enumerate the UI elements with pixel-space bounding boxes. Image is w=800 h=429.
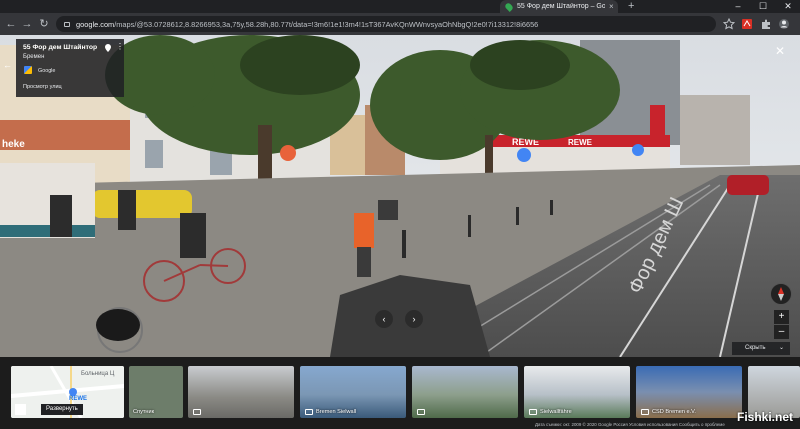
move-right-arrow-icon[interactable]: › [405,310,423,328]
map-place-label: REWE [69,396,87,402]
camera-icon [529,409,537,415]
back-to-map-icon[interactable]: ← [3,60,12,70]
thumbnail-photo[interactable]: Bremen Sielwall [300,366,406,418]
back-arrow-icon[interactable]: ← [4,17,18,31]
browser-window: 55 Фор дем Штайнтор – Google × + – ☐ ✕ ←… [0,0,800,429]
thumbnail-satellite[interactable]: Спутник [129,366,183,418]
minimap-thumbnail[interactable]: Больница Ц REWE Развернуть [11,366,124,418]
city-subtitle: Бремен [23,54,45,60]
url-path: /maps/@53.0728612,8.8266953,3a,75y,58.28… [114,19,539,29]
new-tab-button[interactable]: + [628,0,634,13]
thumbnail-label: Sielwallfähre [540,409,572,415]
minimize-button[interactable]: – [726,0,750,13]
expand-icon[interactable] [15,404,26,415]
more-options-icon[interactable]: ⋮ [116,42,124,51]
url-text: google.com/maps/@53.0728612,8.8266953,3a… [76,20,538,29]
url-host: google.com [76,19,115,29]
location-info-card: 55 Фор дем Штайнтор ⋮ Бремен Google Прос… [16,39,124,97]
zoom-in-button[interactable]: + [774,310,789,324]
thumbnail-label: Bremen Sielwall [316,409,357,415]
map-street-label: Больница Ц [81,371,115,377]
map-pin-icon[interactable] [105,44,111,52]
google-logo-icon [24,66,32,74]
camera-icon [641,409,649,415]
tab-google-maps[interactable]: 55 Фор дем Штайнтор – Google × [500,0,618,13]
collapse-label: Скрыть [745,345,766,351]
compass-icon[interactable] [770,283,792,305]
thumbnail-photo[interactable] [188,366,294,418]
thumbnail-photo[interactable]: Sielwallfähre [524,366,630,418]
reload-icon[interactable]: ↻ [37,17,51,31]
thumbnail-photo[interactable]: CSD Bremen e.V. [636,366,742,418]
maps-pin-icon [504,1,514,12]
tab-title: 55 Фор дем Штайнтор – Google [517,3,605,10]
collapse-imagery-button[interactable]: Скрыть ⌄ [732,342,790,355]
star-icon[interactable] [723,18,735,30]
watermark: Fishki.net [737,410,794,424]
close-street-view-icon[interactable]: ✕ [775,44,785,58]
street-view-360-icon [305,409,313,415]
lock-icon [64,21,70,27]
tab-close-icon[interactable]: × [609,2,614,11]
move-left-arrow-icon[interactable]: ‹ [375,310,393,328]
svg-text:REWE: REWE [568,138,593,147]
toolbar: ← → ↻ google.com/maps/@53.0728612,8.8266… [0,13,800,35]
svg-text:heke: heke [2,139,25,150]
profile-avatar-icon[interactable] [778,18,790,30]
thumbnail-photo[interactable] [412,366,518,418]
address-title: 55 Фор дем Штайнтор [23,44,98,51]
map-footer: Дата съемки: окт. 2009 © 2020 Google Рос… [535,422,725,427]
pdf-extension-icon[interactable] [741,18,753,30]
window-close-button[interactable]: ✕ [776,0,800,13]
camera-icon [417,409,425,415]
imagery-strip: Больница Ц REWE Развернуть Спутник Breme… [0,357,800,429]
forward-arrow-icon[interactable]: → [20,17,34,31]
zoom-out-button[interactable]: – [774,325,789,339]
attribution-text: Google [38,68,56,74]
street-view-link[interactable]: Просмотр улиц [23,84,62,90]
maximize-button[interactable]: ☐ [751,0,775,13]
extensions-puzzle-icon[interactable] [760,18,772,30]
tab-strip: 55 Фор дем Штайнтор – Google × + – ☐ ✕ [0,0,800,13]
thumbnail-label: Спутник [133,409,155,415]
chevron-down-icon: ⌄ [778,345,784,351]
expand-map-button[interactable]: Развернуть [41,404,83,415]
thumbnail-label: CSD Bremen e.V. [652,409,696,415]
street-view-360-icon [193,409,201,415]
address-bar[interactable]: google.com/maps/@53.0728612,8.8266953,3a… [56,16,716,32]
